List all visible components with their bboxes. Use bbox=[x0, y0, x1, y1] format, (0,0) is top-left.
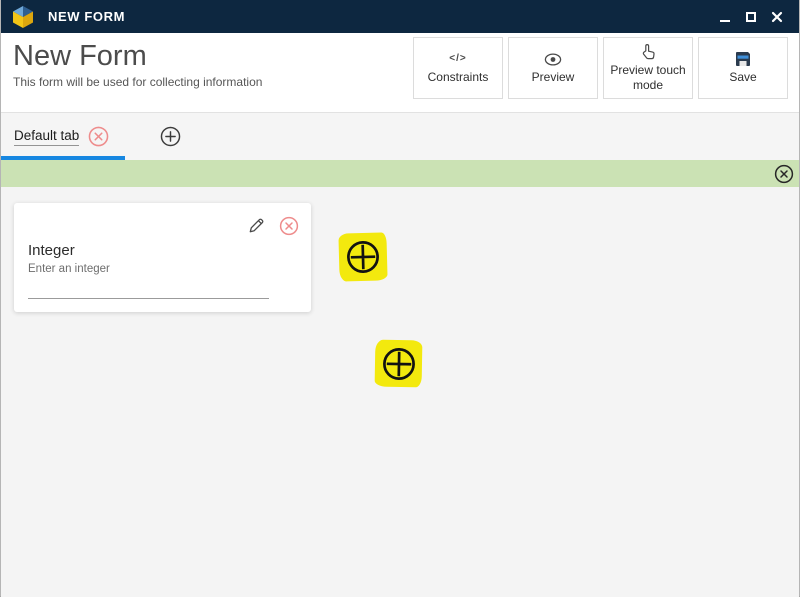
save-button-label: Save bbox=[729, 70, 756, 85]
close-row-icon[interactable] bbox=[774, 164, 794, 184]
plus-circle-icon bbox=[344, 238, 383, 277]
add-element-button-1[interactable] bbox=[338, 232, 387, 281]
titlebar: NEW FORM bbox=[1, 0, 799, 33]
page-title: New Form bbox=[13, 40, 262, 73]
tab-default-tab[interactable]: Default tab bbox=[14, 126, 109, 147]
form-canvas: Integer Enter an integer bbox=[1, 187, 799, 597]
preview-button[interactable]: Preview bbox=[508, 37, 598, 99]
save-icon bbox=[735, 51, 751, 67]
app-logo-icon bbox=[11, 5, 35, 29]
tabbar: Default tab bbox=[1, 113, 799, 160]
plus-circle-icon bbox=[379, 344, 418, 383]
delete-field-icon[interactable] bbox=[279, 216, 299, 236]
window-title: NEW FORM bbox=[48, 9, 125, 24]
preview-touch-mode-button-label: Preview touch mode bbox=[604, 63, 692, 93]
minimize-icon[interactable] bbox=[717, 9, 733, 25]
row-highlight-banner bbox=[1, 160, 799, 187]
page-subtitle: This form will be used for collecting in… bbox=[13, 75, 262, 89]
close-icon[interactable] bbox=[769, 9, 785, 25]
eye-icon bbox=[544, 51, 562, 67]
constraints-button[interactable]: </> Constraints bbox=[413, 37, 503, 99]
maximize-icon[interactable] bbox=[743, 9, 759, 25]
delete-tab-icon[interactable] bbox=[88, 126, 109, 147]
touch-icon bbox=[641, 44, 656, 60]
constraints-button-label: Constraints bbox=[428, 70, 489, 85]
edit-field-icon[interactable] bbox=[246, 216, 266, 236]
add-tab-icon[interactable] bbox=[160, 126, 181, 147]
app-window: NEW FORM New Form This form will be used… bbox=[0, 0, 800, 597]
field-title: Integer bbox=[28, 242, 75, 259]
field-card-integer: Integer Enter an integer bbox=[14, 203, 311, 312]
code-icon: </> bbox=[449, 51, 466, 67]
add-element-button-2[interactable] bbox=[375, 340, 423, 388]
active-tab-indicator bbox=[1, 156, 125, 160]
save-button[interactable]: Save bbox=[698, 37, 788, 99]
header: New Form This form will be used for coll… bbox=[1, 33, 799, 113]
tab-label[interactable]: Default tab bbox=[14, 128, 79, 146]
preview-touch-mode-button[interactable]: Preview touch mode bbox=[603, 37, 693, 99]
window-controls bbox=[717, 9, 789, 25]
field-input-line bbox=[28, 298, 269, 299]
header-buttons: </> Constraints Preview bbox=[413, 33, 799, 112]
field-hint: Enter an integer bbox=[28, 263, 110, 275]
preview-button-label: Preview bbox=[532, 70, 575, 85]
card-actions bbox=[246, 216, 299, 236]
header-text: New Form This form will be used for coll… bbox=[1, 33, 262, 112]
